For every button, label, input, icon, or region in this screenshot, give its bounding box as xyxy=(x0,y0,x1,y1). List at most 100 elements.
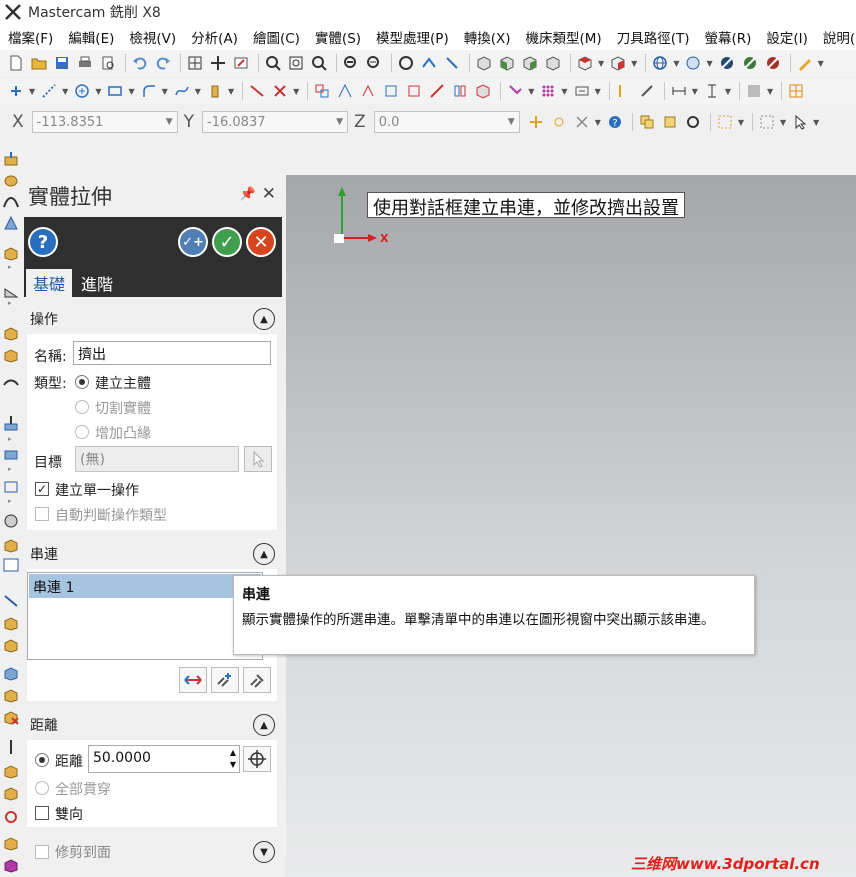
tab-advanced[interactable]: 進階 xyxy=(74,269,120,297)
rectangle-icon[interactable] xyxy=(105,81,125,101)
single-operation-checkbox[interactable]: ✓ xyxy=(35,482,49,496)
solid-sheet-icon[interactable] xyxy=(2,615,20,631)
top-view-icon[interactable] xyxy=(474,53,494,73)
menu-solids[interactable]: 實體(S) xyxy=(315,27,361,47)
rotate-view-icon[interactable] xyxy=(396,53,416,73)
line-icon[interactable] xyxy=(39,81,59,101)
solid-move-face-icon[interactable] xyxy=(2,665,20,681)
xform-rotate-icon[interactable] xyxy=(358,81,378,101)
new-file-icon[interactable] xyxy=(6,53,26,73)
solid-sweep-icon[interactable] xyxy=(2,193,20,209)
solid-shell-icon[interactable] xyxy=(2,347,20,363)
xform-array-icon[interactable] xyxy=(450,81,470,101)
point-dropdown-arrow-icon[interactable]: ▼ xyxy=(29,87,35,96)
fast-point-icon[interactable] xyxy=(549,112,569,132)
shading-dropdown-arrow-icon[interactable]: ▼ xyxy=(673,59,679,68)
solid-revolve-icon[interactable] xyxy=(2,173,20,189)
xform-mirror-icon[interactable] xyxy=(335,81,355,101)
xform-project-icon[interactable] xyxy=(473,81,493,101)
analyze-icon[interactable] xyxy=(614,81,634,101)
solid-box-icon[interactable] xyxy=(2,245,20,261)
window-select-icon[interactable] xyxy=(757,112,777,132)
solid-draft-icon[interactable] xyxy=(2,415,20,431)
solid-stack-icon[interactable] xyxy=(2,835,20,851)
menu-create[interactable]: 繪圖(C) xyxy=(253,27,300,47)
enter-toolpath-icon[interactable] xyxy=(572,81,592,101)
chain-list[interactable]: 串連 1 xyxy=(27,572,263,660)
open-folder-icon[interactable] xyxy=(29,53,49,73)
cancel-button[interactable]: ✕ xyxy=(246,227,276,257)
collapse-chevron-up-icon[interactable]: ▲ xyxy=(253,714,275,736)
menu-xform[interactable]: 轉換(X) xyxy=(464,27,511,47)
select-only-icon[interactable] xyxy=(660,112,680,132)
menu-settings[interactable]: 設定(I) xyxy=(766,27,808,47)
solid-fillet-icon[interactable] xyxy=(2,283,20,299)
type-radio-create-body[interactable] xyxy=(75,375,89,389)
fillet-icon[interactable] xyxy=(139,81,159,101)
select-all-icon[interactable] xyxy=(637,112,657,132)
menu-toolpaths[interactable]: 刀具路徑(T) xyxy=(617,27,690,47)
operation-section-header[interactable]: 操作 ▲ xyxy=(27,304,277,334)
solid-import-icon[interactable] xyxy=(2,785,20,801)
close-icon[interactable]: ✕ xyxy=(262,184,276,204)
wireframe-globe-icon[interactable] xyxy=(650,53,670,73)
print-preview-icon[interactable] xyxy=(98,53,118,73)
line-dropdown-arrow-icon[interactable]: ▼ xyxy=(62,87,68,96)
snap-cross-icon[interactable] xyxy=(572,112,592,132)
solid-layout-icon[interactable] xyxy=(2,537,20,553)
undo-icon[interactable] xyxy=(130,53,150,73)
solid-boolean-icon[interactable] xyxy=(2,447,20,463)
y-coord-input[interactable]: -16.0837 ▼ xyxy=(202,111,349,133)
selection-mode-icon[interactable] xyxy=(715,112,735,132)
pan-icon[interactable] xyxy=(208,53,228,73)
circle-dropdown-arrow-icon[interactable]: ▼ xyxy=(95,87,101,96)
material-sphere-icon[interactable] xyxy=(740,53,760,73)
graphics-viewport[interactable]: X 使用對話框建立串連，並修改擠出設置 xyxy=(286,175,856,877)
front-view-icon[interactable] xyxy=(497,53,517,73)
pointer-dropdown-arrow-icon[interactable]: ▼ xyxy=(813,118,819,127)
save-icon[interactable] xyxy=(52,53,72,73)
solid-check-icon[interactable] xyxy=(2,763,20,779)
solid-mesh-icon[interactable] xyxy=(2,513,20,529)
xform-move-icon[interactable] xyxy=(312,81,332,101)
menu-screen[interactable]: 螢幕(R) xyxy=(704,27,751,47)
delete-entity-icon[interactable] xyxy=(270,81,290,101)
tab-basic[interactable]: 基礎 xyxy=(26,269,72,297)
toolpath-dropdown-arrow-icon[interactable]: ▼ xyxy=(528,87,534,96)
solid-remove-face-icon[interactable] xyxy=(2,637,20,653)
menu-edit[interactable]: 編輯(E) xyxy=(68,27,114,47)
distance-section-header[interactable]: 距離 ▲ xyxy=(27,710,277,740)
menu-help[interactable]: 說明(H) xyxy=(823,27,856,47)
trim-section-header[interactable]: 修剪到面 ▼ xyxy=(27,837,277,867)
solid-loft-icon[interactable] xyxy=(2,215,20,231)
solid-thicken-icon[interactable] xyxy=(2,375,20,391)
xform-offset-icon[interactable] xyxy=(404,81,424,101)
selection-mode-dropdown-arrow-icon[interactable]: ▼ xyxy=(738,118,744,127)
menu-view[interactable]: 檢視(V) xyxy=(129,27,176,47)
pencil-icon[interactable] xyxy=(795,53,815,73)
dimension-horizontal-icon[interactable] xyxy=(669,81,689,101)
zoom-selected-icon[interactable] xyxy=(309,53,329,73)
solid-split-icon[interactable] xyxy=(2,479,20,495)
view-dropdown-arrow-icon[interactable]: ▼ xyxy=(598,59,604,68)
x-coord-dropdown-arrow-icon[interactable]: ▼ xyxy=(166,117,173,127)
dimension-dropdown-arrow-icon[interactable]: ▼ xyxy=(692,87,698,96)
autocursor-icon[interactable] xyxy=(526,112,546,132)
redo-icon[interactable] xyxy=(153,53,173,73)
both-directions-checkbox[interactable] xyxy=(35,806,49,820)
solid-measure-icon[interactable] xyxy=(2,593,20,609)
iso-view-icon[interactable] xyxy=(543,53,563,73)
spline-dropdown-arrow-icon[interactable]: ▼ xyxy=(195,87,201,96)
enter-dropdown-arrow-icon[interactable]: ▼ xyxy=(595,87,601,96)
menu-analyze[interactable]: 分析(A) xyxy=(191,27,238,47)
grid-dropdown-arrow-icon[interactable]: ▼ xyxy=(561,87,567,96)
type-radio-add-boss[interactable] xyxy=(75,425,89,439)
pin-icon[interactable]: 📌 xyxy=(240,187,256,202)
menu-model-prep[interactable]: 模型處理(P) xyxy=(376,27,449,47)
side-view-icon[interactable] xyxy=(520,53,540,73)
circle-icon[interactable] xyxy=(72,81,92,101)
verify-selection-icon[interactable] xyxy=(683,112,703,132)
chain-list-item[interactable]: 串連 1 xyxy=(29,574,261,598)
rectangle-dropdown-arrow-icon[interactable]: ▼ xyxy=(128,87,134,96)
toolpath-icon[interactable] xyxy=(505,81,525,101)
